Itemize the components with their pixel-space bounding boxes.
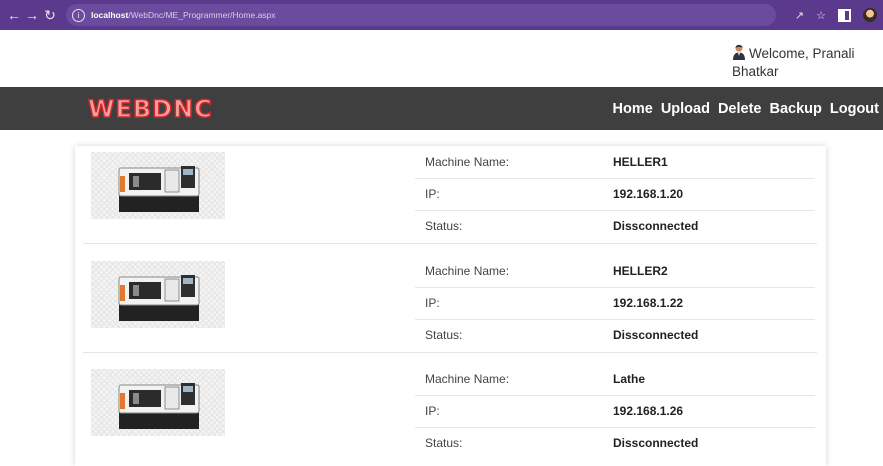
ip-label: IP:: [425, 404, 440, 418]
status-label: Status:: [425, 219, 463, 233]
status-value: Dissconnected: [613, 436, 699, 450]
profile-avatar-icon[interactable]: [863, 8, 877, 22]
machine-status-row: Status: Dissconnected: [415, 427, 815, 459]
reload-icon[interactable]: ↻: [42, 7, 58, 24]
main-navbar: WEBDNC Home Upload Delete Backup Logout: [0, 87, 883, 130]
machine-name-row: Machine Name: HELLER1: [415, 146, 815, 179]
status-label: Status:: [425, 436, 463, 450]
nav-backup-link[interactable]: Backup: [769, 101, 821, 117]
machine-divider: [83, 243, 817, 244]
welcome-line-1: Welcome, Pranali: [749, 46, 855, 61]
ip-label: IP:: [425, 187, 440, 201]
machine-status-row: Status: Dissconnected: [415, 210, 815, 242]
bookmark-star-icon[interactable]: ☆: [816, 9, 826, 22]
machine-item: Machine Name: Lathe IP: 192.168.1.26 Sta…: [75, 363, 826, 460]
user-icon: [733, 44, 745, 60]
welcome-message: Welcome, Pranali Bhatkar: [732, 44, 882, 81]
status-value: Dissconnected: [613, 219, 699, 233]
machine-name-value: HELLER2: [613, 264, 668, 278]
machine-item: Machine Name: HELLER1 IP: 192.168.1.20 S…: [75, 146, 826, 243]
back-arrow-icon[interactable]: ←: [6, 7, 22, 23]
nav-menu: Home Upload Delete Backup Logout: [613, 87, 879, 130]
ip-value: 192.168.1.26: [613, 404, 684, 418]
side-panel-icon[interactable]: [838, 8, 851, 22]
machine-divider: [83, 352, 817, 353]
welcome-line-2: Bhatkar: [732, 64, 779, 79]
address-bar[interactable]: i localhost /WebDnc/ME_Programmer/Home.a…: [66, 4, 776, 26]
machine-item: Machine Name: HELLER2 IP: 192.168.1.22 S…: [75, 255, 826, 352]
ip-value: 192.168.1.22: [613, 296, 684, 310]
ip-label: IP:: [425, 296, 440, 310]
ip-value: 192.168.1.20: [613, 187, 684, 201]
machine-ip-row: IP: 192.168.1.20: [415, 178, 815, 211]
machine-name-row: Machine Name: HELLER2: [415, 255, 815, 288]
machine-name-label: Machine Name:: [425, 264, 510, 278]
machine-name-row: Machine Name: Lathe: [415, 363, 815, 396]
machine-name-value: Lathe: [613, 372, 646, 386]
machine-image: [91, 369, 225, 436]
forward-arrow-icon[interactable]: →: [24, 7, 40, 23]
nav-delete-link[interactable]: Delete: [718, 101, 762, 117]
site-info-icon[interactable]: i: [72, 8, 85, 22]
share-icon[interactable]: ↗: [795, 9, 804, 22]
machine-name-label: Machine Name:: [425, 155, 510, 169]
machine-ip-row: IP: 192.168.1.26: [415, 395, 815, 428]
nav-logout-link[interactable]: Logout: [830, 101, 879, 117]
machine-list-card: Machine Name: HELLER1 IP: 192.168.1.20 S…: [75, 146, 826, 466]
nav-home-link[interactable]: Home: [613, 101, 653, 117]
machine-ip-row: IP: 192.168.1.22: [415, 287, 815, 320]
machine-name-value: HELLER1: [613, 155, 668, 169]
status-label: Status:: [425, 328, 463, 342]
webdnc-logo[interactable]: WEBDNC: [87, 94, 213, 124]
machine-name-label: Machine Name:: [425, 372, 510, 386]
url-path: /WebDnc/ME_Programmer/Home.aspx: [128, 10, 276, 20]
url-host: localhost: [91, 10, 129, 20]
machine-image: [91, 261, 225, 328]
status-value: Dissconnected: [613, 328, 699, 342]
browser-toolbar: ← → ↻ i localhost /WebDnc/ME_Programmer/…: [0, 0, 883, 30]
nav-upload-link[interactable]: Upload: [661, 101, 710, 117]
machine-image: [91, 152, 225, 219]
machine-status-row: Status: Dissconnected: [415, 319, 815, 351]
